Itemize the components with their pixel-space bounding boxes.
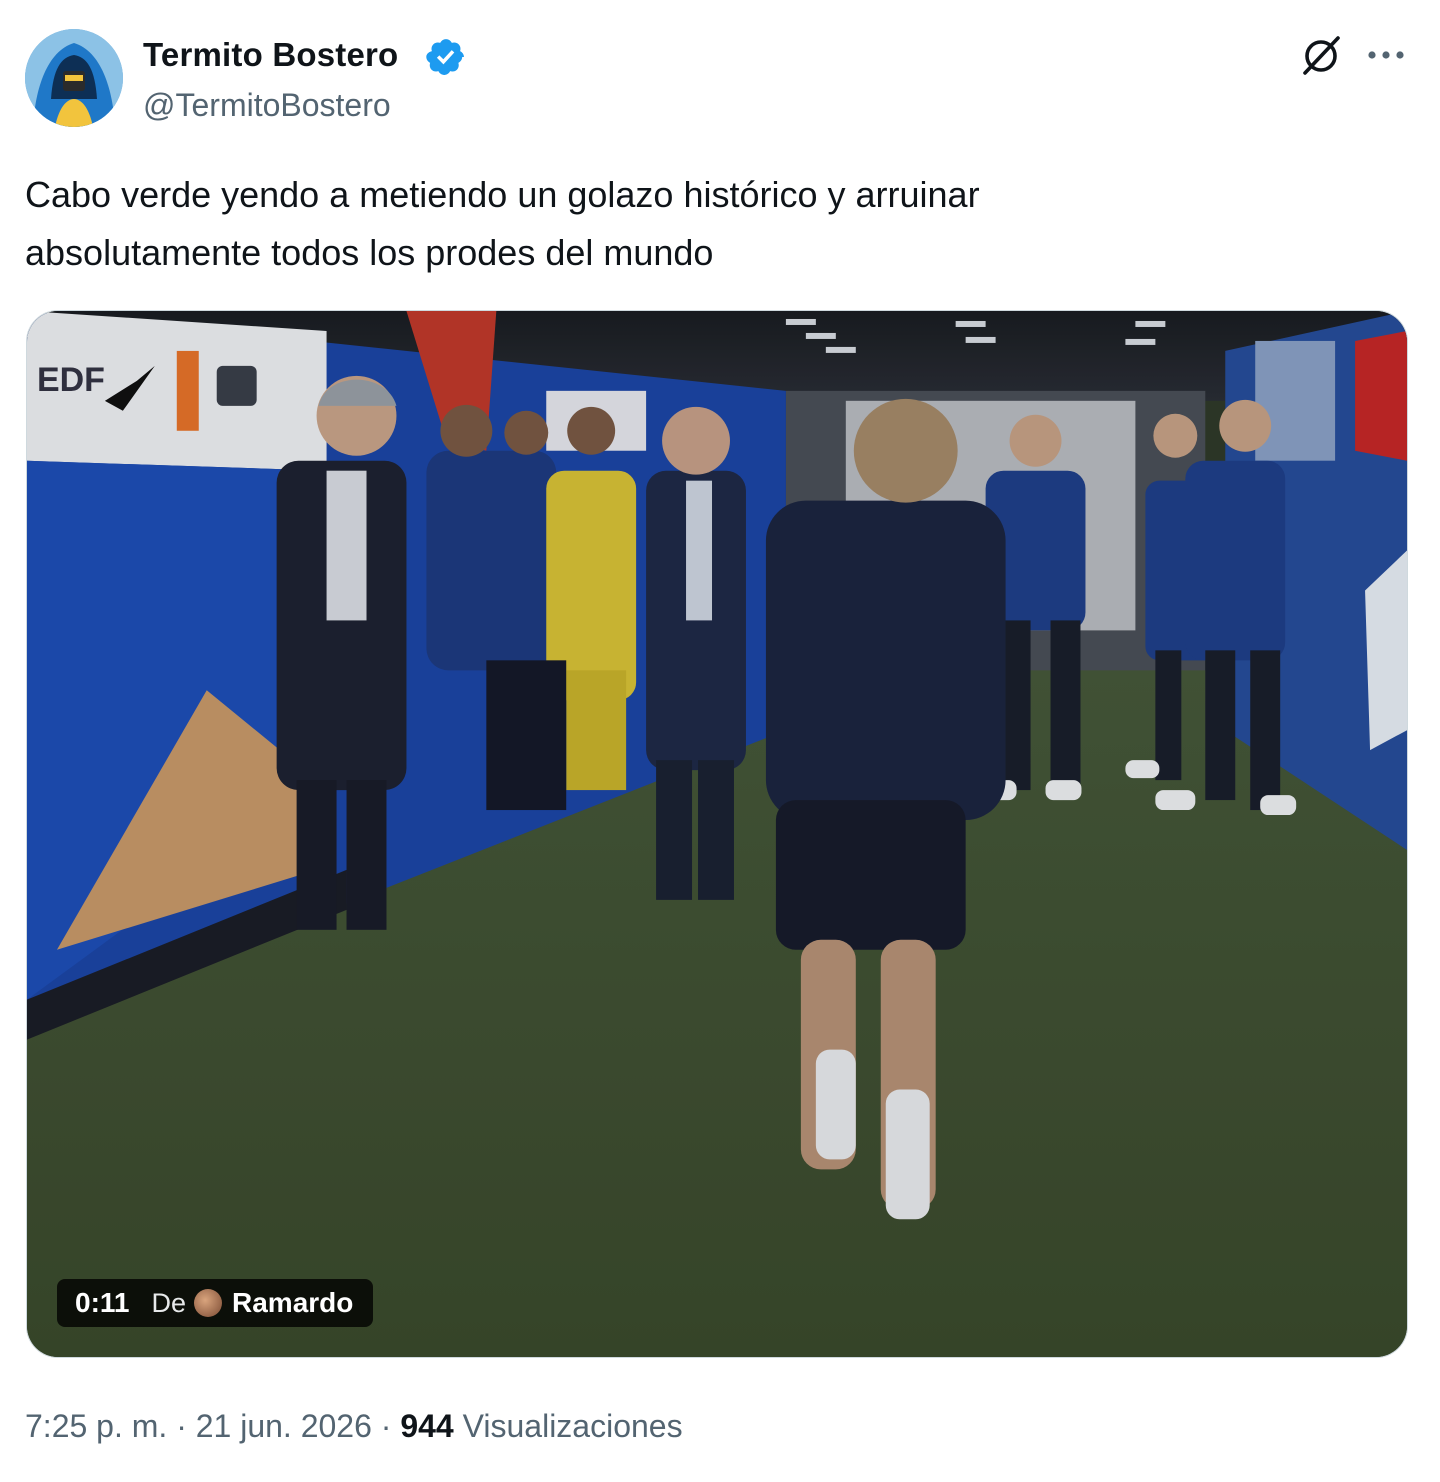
tweet-card: Termito Bostero @TermitoBostero Cabo ver… — [0, 0, 1440, 1482]
video-frame: EDF — [27, 311, 1407, 1357]
verified-badge-icon — [426, 39, 464, 75]
author-avatar[interactable] — [25, 29, 123, 127]
grok-icon[interactable] — [1298, 32, 1344, 78]
author-display-name[interactable]: Termito Bostero — [143, 34, 398, 76]
tweet-meta: 7:25 p. m. · 21 jun. 2026 · 944 Visualiz… — [25, 1404, 683, 1448]
avatar-image — [25, 29, 123, 127]
more-options-icon[interactable] — [1364, 40, 1408, 70]
author-handle[interactable]: @TermitoBostero — [143, 84, 391, 126]
views-label: Visualizaciones — [462, 1408, 683, 1444]
video-player[interactable]: EDF 0:11 De Ramardo — [26, 310, 1408, 1358]
video-duration: 0:11 — [75, 1287, 130, 1318]
tweet-text-line: Cabo verde yendo a metiendo un golazo hi… — [25, 174, 980, 215]
meta-separator: · — [371, 1408, 401, 1444]
video-source-name[interactable]: Ramardo — [232, 1287, 353, 1319]
tweet-date[interactable]: 21 jun. 2026 — [196, 1408, 372, 1444]
tweet-text: Cabo verde yendo a metiendo un golazo hi… — [25, 166, 1385, 282]
tweet-text-line: absolutamente todos los prodes del mundo — [25, 232, 714, 273]
meta-separator: · — [167, 1408, 196, 1444]
tweet-time[interactable]: 7:25 p. m. — [25, 1408, 167, 1444]
source-avatar — [194, 1289, 223, 1317]
views-count: 944 — [400, 1408, 454, 1444]
video-badge: 0:11 De Ramardo — [57, 1279, 374, 1327]
video-from-label: De — [151, 1287, 187, 1318]
